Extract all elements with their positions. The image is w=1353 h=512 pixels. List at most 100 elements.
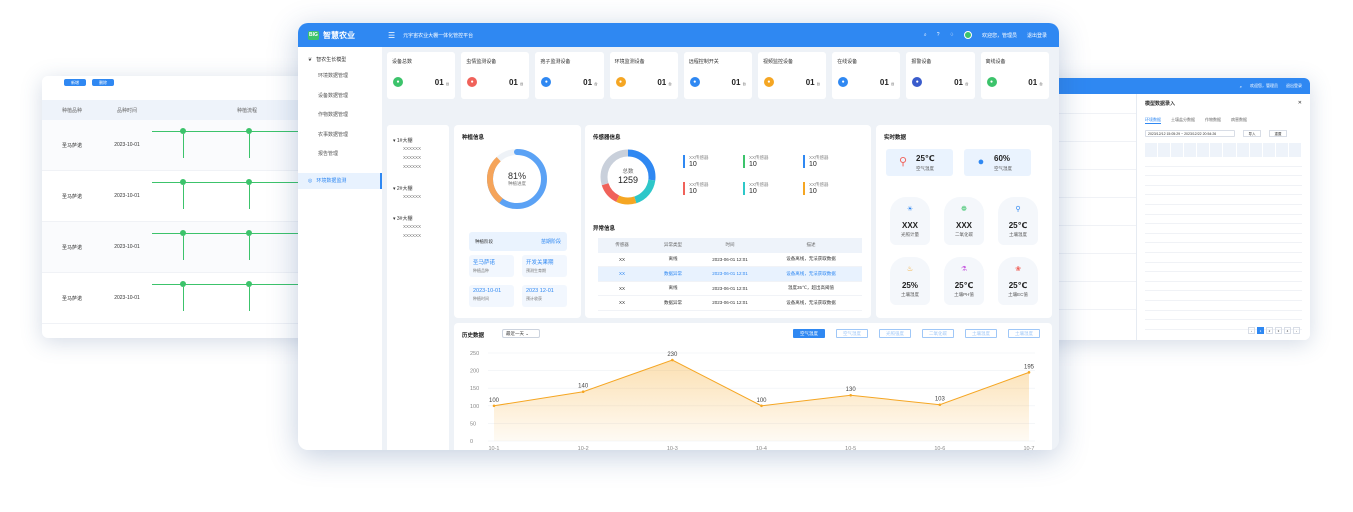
grid-row xyxy=(1145,311,1302,321)
device-stat-title: 设备总数 xyxy=(392,59,413,65)
row-variety: 圣马萨诺 xyxy=(61,244,82,251)
sidebar-item-environment[interactable]: 环境数据管理 xyxy=(298,67,382,87)
grid-row xyxy=(1145,253,1302,263)
tree-group[interactable]: ▾ 2#大棚 xyxy=(393,185,443,192)
logout-link[interactable]: 退出登录 xyxy=(1027,32,1047,39)
left-card-toolbar: 新增 删除 xyxy=(42,76,342,88)
abnormal-sensor: XX xyxy=(618,300,625,306)
table-row[interactable]: XX 数据异常 2023-06-01 12:01 设备离线，无法获取数据 xyxy=(598,267,862,282)
page-3[interactable]: 3 xyxy=(1275,327,1282,334)
table-row[interactable]: XX 离线 2023-06-01 12:01 设备离线，无法获取数据 xyxy=(598,253,862,267)
sidebar-item-reports[interactable]: 报告管理 xyxy=(298,145,382,165)
table-row[interactable]: XX 数据异常 2023-06-01 12:01 设备离线，无法获取数据 xyxy=(598,296,862,311)
grid-row xyxy=(1145,243,1302,253)
device-stat-card[interactable]: 视频监控设备 ● 01 台 xyxy=(757,52,827,99)
tree-item[interactable]: XXXXXX xyxy=(393,162,443,171)
date-range-input[interactable]: 2023/12/12 15:05:29 ~ 2023/12/22 20:54:2… xyxy=(1145,130,1235,137)
tree-item[interactable]: XXXXXX xyxy=(393,192,443,201)
menu-toggle-icon[interactable]: ☰ xyxy=(388,31,395,40)
table-row: 圣马萨诺 2023-10-01 xyxy=(42,222,342,273)
table-row: 圣马萨诺 2023-10-01 xyxy=(42,273,342,324)
search-icon[interactable]: ⌕ xyxy=(1240,84,1242,89)
abnormal-header-cell: 描述 xyxy=(806,242,816,248)
delete-button[interactable]: 删除 xyxy=(92,78,114,86)
device-stat-card[interactable]: 远程控制开关 ● 01 台 xyxy=(683,52,752,99)
data-point xyxy=(849,393,852,397)
grid-header-cell xyxy=(1276,143,1289,157)
y-tick-label: 50 xyxy=(470,421,476,427)
tree-group[interactable]: ▾ 3#大棚 xyxy=(393,215,443,222)
device-icon: ● xyxy=(467,77,478,87)
ph-icon: ⚗ xyxy=(960,266,968,273)
grid-header-cell xyxy=(1184,143,1198,157)
device-stat-card[interactable]: 孢子监测设备 ● 01 台 xyxy=(535,52,604,99)
device-count: 01 xyxy=(508,78,518,87)
device-stat-title: 在线设备 xyxy=(837,59,858,65)
device-stat-title: 孢子监测设备 xyxy=(540,59,571,65)
realtime-data-panel: 实时数据 ⚲ 25℃ 空气温度 ● 60% 空气湿度 ☀ XXX 光照计量 ❁ XXX 二氧化碳 ⚲ 25… xyxy=(876,125,1052,318)
variety-value: 圣马萨诺 xyxy=(473,260,496,266)
device-stat-value: 01 台 xyxy=(509,78,523,87)
x-tick-label: 10-2 xyxy=(578,446,589,450)
bell-icon[interactable]: ♢ xyxy=(949,32,953,38)
tab-environment[interactable]: 环境数据 xyxy=(1145,117,1161,124)
grid-header-cell xyxy=(1210,143,1224,157)
device-stat-card[interactable]: 设备总数 ● 01 台 xyxy=(387,52,456,99)
device-stat-card[interactable]: 离线设备 ● 01 台 xyxy=(980,52,1049,99)
table-row[interactable]: XX 离线 2023-06-01 12:01 温度35℃，超出高阈值 xyxy=(598,282,862,296)
sidebar-item-devices[interactable]: 设备数据管理 xyxy=(298,87,382,107)
realtime-metric-card: ⚲ 25℃ 土壤温度 xyxy=(998,197,1038,245)
page-1[interactable]: 1 xyxy=(1257,327,1264,334)
abnormal-desc: 设备离线，无法获取数据 xyxy=(786,299,836,305)
page-next[interactable]: › xyxy=(1293,327,1300,334)
co2-icon: ❁ xyxy=(961,206,967,213)
add-button[interactable]: 新增 xyxy=(64,78,86,86)
tree-item[interactable]: XXXXXX xyxy=(393,231,443,240)
sidebar-item-environment-monitor[interactable]: ◎ 环境数据监测 xyxy=(298,172,382,189)
search-icon[interactable]: ⌕ xyxy=(924,32,927,38)
page-4[interactable]: 4 xyxy=(1284,327,1291,334)
tab-disease[interactable]: 病害数据 xyxy=(1231,117,1247,124)
table-row: 圣马萨诺 2023-10-01 xyxy=(42,171,342,222)
logout-link[interactable]: 退出登录 xyxy=(1286,83,1302,89)
flow-branch xyxy=(183,236,184,260)
grid-header-cell xyxy=(1250,143,1263,157)
abnormal-time: 2023-06-01 12:01 xyxy=(712,271,748,277)
sidebar-group-model[interactable]: ❦ 智农生长模型 xyxy=(298,47,382,64)
tab-soil[interactable]: 土壤盐分数据 xyxy=(1171,117,1195,124)
tree-item[interactable]: XXXXXX xyxy=(393,153,443,162)
table-row: 圣马萨诺 2023-10-01 xyxy=(42,120,342,171)
device-unit: 台 xyxy=(965,82,969,86)
main-dashboard-window: BIG 智慧农业 ☰ 元宇宙农业大棚一体化管控平台 ⌕ ? ♢ 欢迎您，管理员 … xyxy=(298,23,1059,450)
sidebar-group-label: 智农生长模型 xyxy=(316,57,347,63)
page-prev[interactable]: ‹ xyxy=(1248,327,1255,334)
harvest-date-label: 预计收获 xyxy=(526,296,542,301)
dashboard-content: 设备总数 ● 01 台虫情监测设备 ● 01 台孢子监测设备 ● 01 台环境监测设备 ● 01 台远程… xyxy=(382,47,1059,450)
tree-item[interactable]: XXXXXX xyxy=(393,222,443,231)
progress-label: 种植进度 xyxy=(508,181,526,186)
tree-item[interactable]: XXXXXX xyxy=(393,144,443,153)
reset-button[interactable]: 重置 xyxy=(1269,130,1287,137)
tab-crop[interactable]: 作物数据 xyxy=(1205,117,1221,124)
abnormal-info-title: 异常信息 xyxy=(593,226,616,232)
monitor-icon: ◎ xyxy=(308,177,313,184)
tree-group[interactable]: ▾ 1#大棚 xyxy=(393,137,443,144)
device-stat-card[interactable]: 报警设备 ● 01 台 xyxy=(906,52,975,99)
abnormal-header-cell: 传感器 xyxy=(615,242,629,248)
device-stat-card[interactable]: 虫情监测设备 ● 01 台 xyxy=(461,52,530,99)
plant-date-value: 2023-10-01 xyxy=(473,288,502,294)
page-2[interactable]: 2 xyxy=(1266,327,1273,334)
help-icon[interactable]: ? xyxy=(937,32,940,38)
abnormal-type: 数据异常 xyxy=(664,270,682,276)
data-point xyxy=(671,358,674,362)
device-stat-card[interactable]: 在线设备 ● 01 台 xyxy=(832,52,901,99)
close-icon[interactable]: ✕ xyxy=(1298,100,1302,107)
realtime-main-label: 空气湿度 xyxy=(994,166,1012,171)
thermometer-icon: ⚲ xyxy=(898,156,908,168)
sidebar-item-farming[interactable]: 农事数据管理 xyxy=(298,126,382,146)
import-button[interactable]: 导入 xyxy=(1243,130,1261,137)
plant-date-label: 种植时间 xyxy=(473,296,489,301)
sidebar-item-crops[interactable]: 作物数据管理 xyxy=(298,106,382,126)
device-stat-card[interactable]: 环境监测设备 ● 01 台 xyxy=(609,52,678,99)
avatar[interactable] xyxy=(963,31,972,39)
